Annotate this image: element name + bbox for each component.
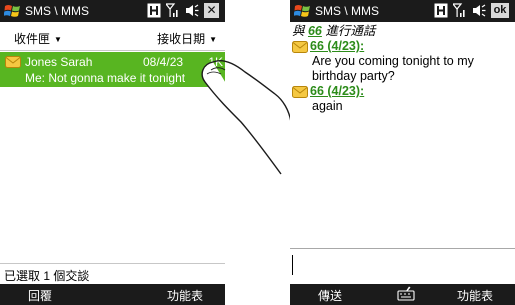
signal-icon	[166, 3, 178, 17]
send-softkey[interactable]: 傳送	[318, 287, 342, 304]
message-text: again	[312, 99, 343, 113]
compose-input[interactable]	[290, 248, 515, 284]
conversation-view: 與 66 進行通話 66 (4/23): Are you coming toni…	[292, 24, 513, 114]
folder-dropdown[interactable]: 收件匣 ▼	[14, 30, 62, 47]
selection-status: 已選取 1 個交談	[0, 263, 225, 283]
left-screen: SMS \ MMS ✕ 收件匣 ▼ 接收日期 ▼ Jones Sarah 08/…	[0, 0, 225, 305]
menu-softkey[interactable]: 功能表	[167, 287, 203, 304]
message-text: Are you coming tonight to my birthday pa…	[312, 54, 474, 83]
ok-button[interactable]: ok	[491, 3, 509, 18]
list-header: 收件匣 ▼ 接收日期 ▼	[0, 22, 225, 51]
chevron-down-icon: ▼	[54, 35, 62, 45]
sort-dropdown[interactable]: 接收日期 ▼	[157, 30, 217, 47]
message-size: 1K	[208, 55, 223, 69]
conversation-header: 與 66 進行通話	[292, 24, 513, 39]
softkey-bar: 回覆 功能表	[0, 284, 225, 305]
message-date: 08/4/23	[143, 55, 184, 69]
h-network-icon	[434, 3, 448, 18]
message-list-item[interactable]: Jones Sarah 08/4/23 1K Me: Not gonna mak…	[0, 52, 225, 87]
app-title: SMS \ MMS	[25, 4, 90, 18]
envelope-icon	[5, 56, 21, 68]
keyboard-icon[interactable]	[397, 285, 415, 302]
conversation-header-suffix: 進行通話	[321, 24, 376, 38]
folder-label: 收件匣	[14, 32, 51, 46]
signal-icon	[453, 3, 465, 17]
conversation-number-link[interactable]: 66	[308, 24, 322, 38]
envelope-icon	[292, 85, 308, 98]
message-list-empty-area	[0, 87, 225, 263]
windows-logo-icon[interactable]	[294, 3, 311, 19]
message-sender-link[interactable]: 66 (4/23):	[310, 84, 364, 99]
right-screen: SMS \ MMS ok 與 66 進行通話 66 (4/23): Are yo…	[290, 0, 515, 305]
windows-logo-icon[interactable]	[4, 3, 21, 19]
text-cursor	[292, 255, 293, 275]
envelope-icon	[292, 40, 308, 53]
h-network-icon	[147, 3, 161, 18]
softkey-bar: 傳送 功能表	[290, 284, 515, 305]
close-icon[interactable]: ✕	[204, 3, 219, 18]
message-preview: Me: Not gonna make it tonight	[25, 71, 186, 85]
menu-softkey[interactable]: 功能表	[457, 287, 493, 304]
message-sender: Jones Sarah	[25, 55, 93, 69]
message-sender-link[interactable]: 66 (4/23):	[310, 39, 364, 54]
sort-label: 接收日期	[157, 32, 206, 46]
reply-softkey[interactable]: 回覆	[28, 287, 52, 304]
speaker-icon	[186, 4, 199, 17]
message-bubble[interactable]: 66 (4/23): again	[292, 84, 513, 114]
status-bar: SMS \ MMS ok	[290, 0, 515, 22]
message-bubble[interactable]: 66 (4/23): Are you coming tonight to my …	[292, 39, 513, 84]
status-bar: SMS \ MMS ✕	[0, 0, 225, 22]
conversation-header-prefix: 與	[292, 24, 308, 38]
chevron-down-icon: ▼	[209, 35, 217, 45]
app-title: SMS \ MMS	[315, 4, 380, 18]
speaker-icon	[473, 4, 486, 17]
